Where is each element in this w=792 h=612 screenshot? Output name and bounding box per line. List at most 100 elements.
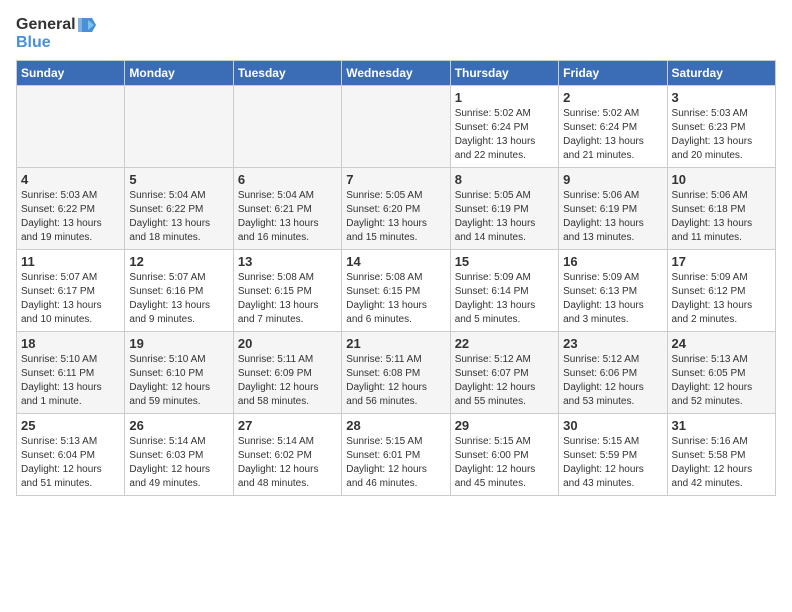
weekday-monday: Monday (125, 61, 233, 86)
day-number: 31 (672, 418, 771, 433)
day-number: 28 (346, 418, 445, 433)
day-info: Sunrise: 5:16 AMSunset: 5:58 PMDaylight:… (672, 435, 771, 491)
calendar-week-5: 25 Sunrise: 5:13 AMSunset: 6:04 PMDayligh… (17, 414, 776, 496)
day-number: 22 (455, 336, 554, 351)
day-number: 26 (129, 418, 228, 433)
calendar-week-1: 1 Sunrise: 5:02 AMSunset: 6:24 PMDaylight… (17, 86, 776, 168)
calendar-cell: 2Sunrise: 5:02 AMSunset: 6:24 PMDaylight… (559, 86, 667, 168)
weekday-friday: Friday (559, 61, 667, 86)
day-number: 16 (563, 254, 662, 269)
day-info: Sunrise: 5:03 AMSunset: 6:22 PMDaylight:… (21, 189, 120, 245)
calendar-cell: 10 Sunrise: 5:06 AMSunset: 6:18 PMDayligh… (667, 168, 775, 250)
day-number: 6 (238, 172, 337, 187)
day-number: 25 (21, 418, 120, 433)
day-info: Sunrise: 5:09 AMSunset: 6:12 PMDaylight:… (672, 271, 771, 327)
calendar-cell: 8Sunrise: 5:05 AMSunset: 6:19 PMDaylight… (450, 168, 558, 250)
day-number: 4 (21, 172, 120, 187)
day-number: 1 (455, 90, 554, 105)
day-info: Sunrise: 5:14 AMSunset: 6:03 PMDaylight:… (129, 435, 228, 491)
calendar-cell: 15 Sunrise: 5:09 AMSunset: 6:14 PMDayligh… (450, 250, 558, 332)
calendar-body: 1 Sunrise: 5:02 AMSunset: 6:24 PMDaylight… (17, 86, 776, 496)
day-info: Sunrise: 5:05 AMSunset: 6:20 PMDaylight:… (346, 189, 445, 245)
calendar-cell: 3 Sunrise: 5:03 AMSunset: 6:23 PMDaylight… (667, 86, 775, 168)
day-info: Sunrise: 5:12 AMSunset: 6:07 PMDaylight:… (455, 353, 554, 409)
day-info: Sunrise: 5:06 AMSunset: 6:19 PMDaylight:… (563, 189, 662, 245)
day-info: Sunrise: 5:14 AMSunset: 6:02 PMDaylight:… (238, 435, 337, 491)
day-number: 18 (21, 336, 120, 351)
day-number: 19 (129, 336, 228, 351)
calendar-cell: 28 Sunrise: 5:15 AMSunset: 6:01 PMDayligh… (342, 414, 450, 496)
day-info: Sunrise: 5:06 AMSunset: 6:18 PMDaylight:… (672, 189, 771, 245)
calendar-week-2: 4 Sunrise: 5:03 AMSunset: 6:22 PMDaylight… (17, 168, 776, 250)
day-info: Sunrise: 5:08 AMSunset: 6:15 PMDaylight:… (238, 271, 337, 327)
calendar-cell: 18 Sunrise: 5:10 AMSunset: 6:11 PMDayligh… (17, 332, 125, 414)
calendar-cell: 7 Sunrise: 5:05 AMSunset: 6:20 PMDaylight… (342, 168, 450, 250)
calendar-cell: 13 Sunrise: 5:08 AMSunset: 6:15 PMDayligh… (233, 250, 341, 332)
calendar-week-4: 18 Sunrise: 5:10 AMSunset: 6:11 PMDayligh… (17, 332, 776, 414)
day-number: 3 (672, 90, 771, 105)
calendar-cell (125, 86, 233, 168)
weekday-header-row: SundayMondayTuesdayWednesdayThursdayFrid… (17, 61, 776, 86)
calendar-table: SundayMondayTuesdayWednesdayThursdayFrid… (16, 60, 776, 496)
calendar-week-3: 11 Sunrise: 5:07 AMSunset: 6:17 PMDayligh… (17, 250, 776, 332)
day-number: 13 (238, 254, 337, 269)
day-info: Sunrise: 5:12 AMSunset: 6:06 PMDaylight:… (563, 353, 662, 409)
calendar-cell: 6 Sunrise: 5:04 AMSunset: 6:21 PMDaylight… (233, 168, 341, 250)
calendar-cell: 23 Sunrise: 5:12 AMSunset: 6:06 PMDayligh… (559, 332, 667, 414)
calendar-cell: 31 Sunrise: 5:16 AMSunset: 5:58 PMDayligh… (667, 414, 775, 496)
day-info: Sunrise: 5:15 AMSunset: 6:00 PMDaylight:… (455, 435, 554, 491)
day-number: 7 (346, 172, 445, 187)
day-number: 12 (129, 254, 228, 269)
weekday-tuesday: Tuesday (233, 61, 341, 86)
day-number: 17 (672, 254, 771, 269)
weekday-sunday: Sunday (17, 61, 125, 86)
day-number: 29 (455, 418, 554, 433)
day-number: 30 (563, 418, 662, 433)
day-number: 23 (563, 336, 662, 351)
day-number: 21 (346, 336, 445, 351)
weekday-thursday: Thursday (450, 61, 558, 86)
calendar-cell: 11 Sunrise: 5:07 AMSunset: 6:17 PMDayligh… (17, 250, 125, 332)
calendar-cell: 9Sunrise: 5:06 AMSunset: 6:19 PMDaylight… (559, 168, 667, 250)
day-info: Sunrise: 5:11 AMSunset: 6:08 PMDaylight:… (346, 353, 445, 409)
calendar-cell: 29 Sunrise: 5:15 AMSunset: 6:00 PMDayligh… (450, 414, 558, 496)
logo-general: General (16, 16, 76, 34)
day-number: 27 (238, 418, 337, 433)
calendar-cell: 20 Sunrise: 5:11 AMSunset: 6:09 PMDayligh… (233, 332, 341, 414)
logo-icon (78, 18, 96, 32)
day-info: Sunrise: 5:04 AMSunset: 6:22 PMDaylight:… (129, 189, 228, 245)
logo: General Blue (16, 16, 96, 52)
day-info: Sunrise: 5:04 AMSunset: 6:21 PMDaylight:… (238, 189, 337, 245)
day-info: Sunrise: 5:11 AMSunset: 6:09 PMDaylight:… (238, 353, 337, 409)
day-number: 10 (672, 172, 771, 187)
calendar-cell: 27 Sunrise: 5:14 AMSunset: 6:02 PMDayligh… (233, 414, 341, 496)
day-info: Sunrise: 5:09 AMSunset: 6:14 PMDaylight:… (455, 271, 554, 327)
calendar-cell: 21 Sunrise: 5:11 AMSunset: 6:08 PMDayligh… (342, 332, 450, 414)
day-info: Sunrise: 5:05 AMSunset: 6:19 PMDaylight:… (455, 189, 554, 245)
day-info: Sunrise: 5:10 AMSunset: 6:10 PMDaylight:… (129, 353, 228, 409)
day-info: Sunrise: 5:10 AMSunset: 6:11 PMDaylight:… (21, 353, 120, 409)
day-info: Sunrise: 5:07 AMSunset: 6:17 PMDaylight:… (21, 271, 120, 327)
day-number: 20 (238, 336, 337, 351)
day-number: 14 (346, 254, 445, 269)
day-info: Sunrise: 5:03 AMSunset: 6:23 PMDaylight:… (672, 107, 771, 163)
calendar-cell (233, 86, 341, 168)
logo-blue: Blue (16, 34, 51, 52)
day-info: Sunrise: 5:02 AMSunset: 6:24 PMDaylight:… (455, 107, 554, 163)
day-number: 11 (21, 254, 120, 269)
calendar-cell: 1 Sunrise: 5:02 AMSunset: 6:24 PMDaylight… (450, 86, 558, 168)
day-info: Sunrise: 5:15 AMSunset: 6:01 PMDaylight:… (346, 435, 445, 491)
calendar-cell: 24 Sunrise: 5:13 AMSunset: 6:05 PMDayligh… (667, 332, 775, 414)
calendar-cell: 17 Sunrise: 5:09 AMSunset: 6:12 PMDayligh… (667, 250, 775, 332)
calendar-cell: 5Sunrise: 5:04 AMSunset: 6:22 PMDaylight… (125, 168, 233, 250)
calendar-cell: 30Sunrise: 5:15 AMSunset: 5:59 PMDayligh… (559, 414, 667, 496)
calendar-cell: 12Sunrise: 5:07 AMSunset: 6:16 PMDayligh… (125, 250, 233, 332)
day-number: 15 (455, 254, 554, 269)
day-info: Sunrise: 5:13 AMSunset: 6:05 PMDaylight:… (672, 353, 771, 409)
calendar-cell (17, 86, 125, 168)
day-info: Sunrise: 5:13 AMSunset: 6:04 PMDaylight:… (21, 435, 120, 491)
page-header: General Blue (16, 16, 776, 52)
day-number: 24 (672, 336, 771, 351)
day-info: Sunrise: 5:02 AMSunset: 6:24 PMDaylight:… (563, 107, 662, 163)
calendar-cell: 22 Sunrise: 5:12 AMSunset: 6:07 PMDayligh… (450, 332, 558, 414)
